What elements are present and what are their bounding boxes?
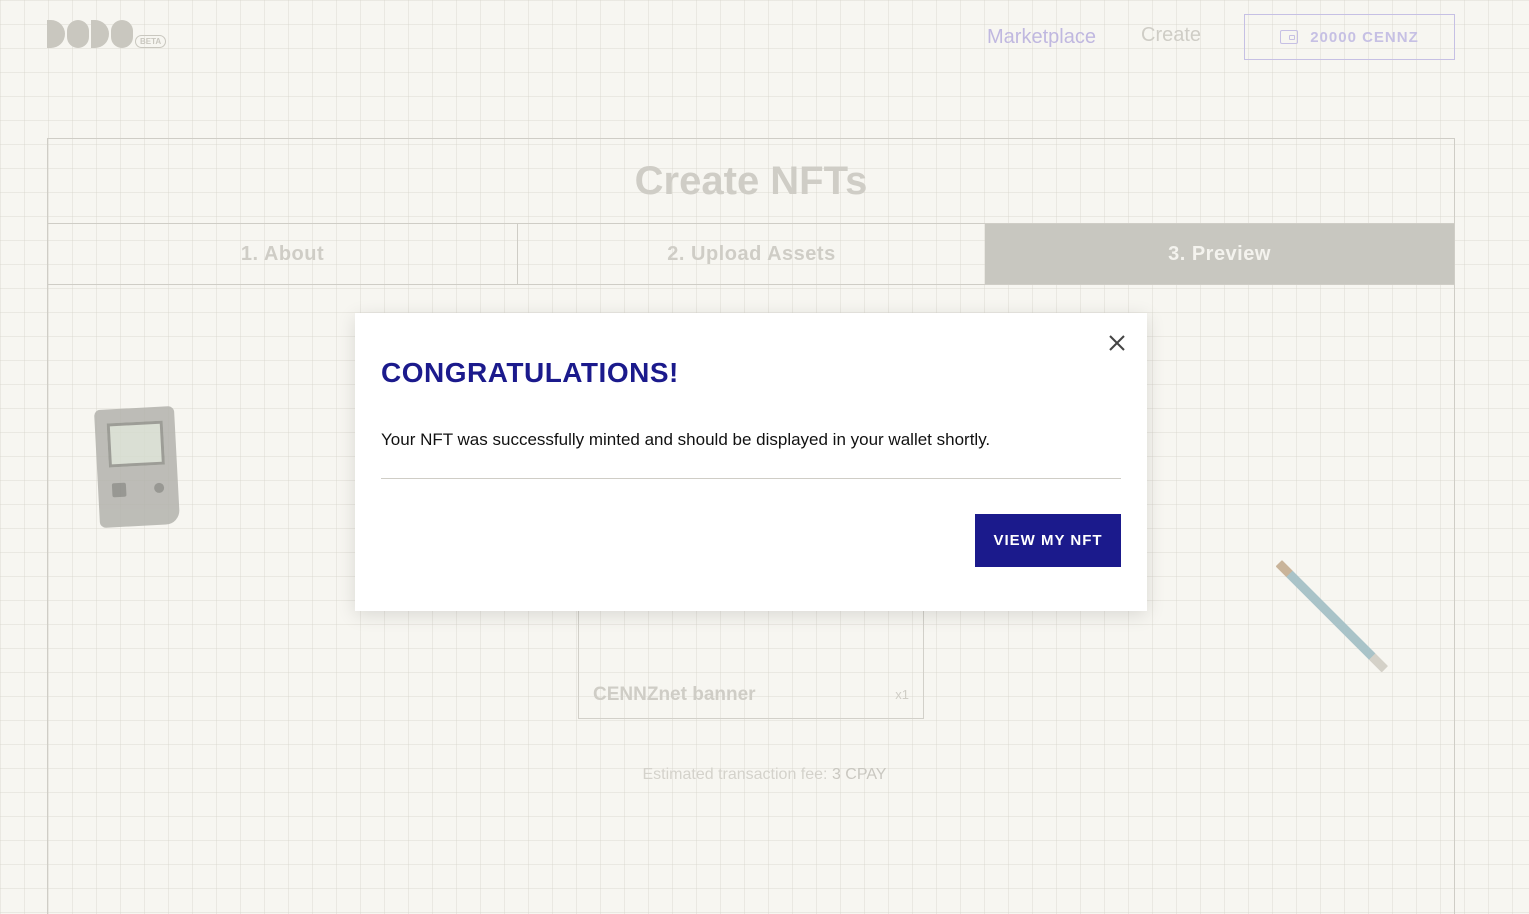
nft-name: CENNZnet banner [593, 684, 756, 705]
tab-preview[interactable]: 3. Preview [985, 224, 1454, 284]
modal-divider [381, 478, 1121, 479]
tab-about[interactable]: 1. About [48, 224, 518, 284]
tab-upload-assets[interactable]: 2. Upload Assets [518, 224, 985, 284]
step-tabs: 1. About 2. Upload Assets 3. Preview [48, 224, 1454, 285]
nav-create-link[interactable]: Create [1141, 24, 1201, 47]
page-title: Create NFTs [48, 139, 1454, 224]
fee-label: Estimated transaction fee: [642, 766, 828, 783]
gameboy-decoration [93, 405, 181, 529]
wallet-icon [1280, 30, 1299, 44]
success-modal: CONGRATULATIONS! Your NFT was successful… [355, 313, 1147, 611]
modal-title: CONGRATULATIONS! [381, 357, 679, 388]
wallet-button[interactable]: 20000 CENNZ [1244, 14, 1455, 60]
nav-marketplace-link[interactable]: Marketplace [987, 26, 1096, 49]
logo-mark [47, 20, 133, 48]
transaction-fee: Estimated transaction fee: 3 CPAY [0, 766, 1529, 784]
view-my-nft-button[interactable]: VIEW MY NFT [975, 514, 1121, 567]
beta-badge: BETA [135, 35, 167, 48]
close-icon[interactable] [1105, 331, 1129, 355]
fee-amount: 3 CPAY [831, 766, 887, 783]
nft-quantity: x1 [895, 687, 909, 702]
wallet-balance: 20000 CENNZ [1310, 28, 1419, 46]
logo[interactable]: BETA [47, 20, 167, 48]
modal-message: Your NFT was successfully minted and sho… [381, 430, 991, 449]
